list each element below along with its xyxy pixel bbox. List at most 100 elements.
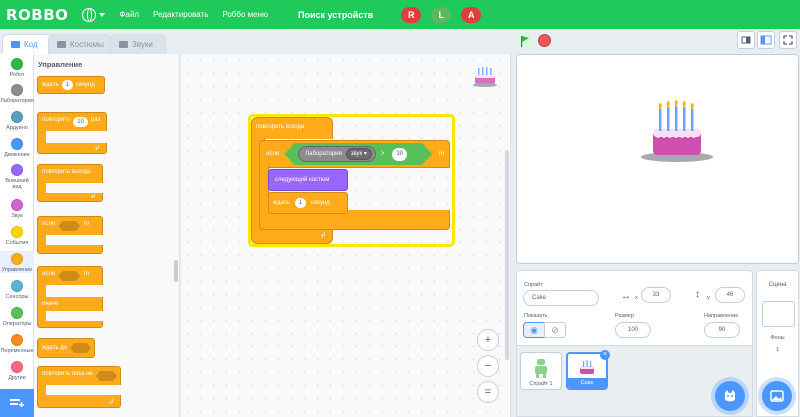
size-input[interactable]: 100 [615, 322, 651, 338]
greater-than-operator[interactable]: Лаборатория звук ▾ > 30 [284, 143, 433, 165]
category-motion[interactable]: Движение [0, 138, 34, 158]
wait-block[interactable]: ждать 1 секунд [268, 192, 348, 214]
category-control[interactable]: Управление [0, 251, 34, 273]
sprite-label: Спрайт [524, 282, 543, 288]
condition-slot[interactable] [58, 271, 81, 281]
backdrop-thumbnail[interactable] [762, 301, 795, 327]
menu-bar: ROBBO Файл Редактировать Роббо меню Поис… [0, 0, 800, 29]
speaker-icon [119, 41, 128, 48]
small-stage-button[interactable] [737, 31, 755, 49]
category-sensing[interactable]: Сенсоры [0, 280, 34, 300]
sprite-name-input[interactable]: Сake [523, 290, 599, 306]
delete-sprite-icon[interactable]: × [600, 350, 610, 360]
wait-input[interactable]: 1 [61, 80, 73, 90]
next-costume-block[interactable]: следующий костюм [268, 169, 348, 191]
repeat-until-block[interactable]: повторить пока не ↲ [37, 366, 122, 408]
block-mouth [46, 285, 104, 297]
sprite-thumb-cake[interactable]: Сake × [566, 350, 610, 390]
category-dot [11, 307, 23, 319]
stop-button[interactable] [538, 34, 551, 47]
wait-until-block[interactable]: ждать до [37, 338, 95, 358]
zoom-reset-button[interactable]: = [477, 381, 499, 403]
lab-l-button[interactable]: L [431, 6, 452, 23]
category-sound[interactable]: Звук [0, 199, 34, 219]
green-flag-button[interactable] [517, 33, 533, 49]
condition-slot[interactable] [70, 343, 91, 353]
category-more[interactable]: Другие [0, 361, 34, 381]
menu-robbo[interactable]: Роббо меню [222, 10, 268, 19]
y-axis-icon: ↕ [695, 289, 700, 300]
cake-sprite-icon [580, 360, 594, 374]
robbo-logo[interactable]: ROBBO [6, 6, 68, 24]
category-dot [11, 164, 23, 176]
size-label: Размер [615, 313, 634, 319]
show-sprite-button[interactable]: ◉ [523, 322, 545, 338]
sprite-thumb-sprite1[interactable]: Спрайт 1 [520, 352, 562, 390]
palette-title: Управление [38, 60, 83, 69]
sprite-info-panel: Спрайт Сake ↔ x 33 ↕ y 46 Показать ◉ ⊘ Р… [516, 270, 753, 346]
image-add-icon [770, 390, 784, 402]
threshold-input[interactable]: 30 [392, 147, 408, 161]
small-stage-icon [741, 36, 751, 44]
show-label: Показать [524, 313, 548, 319]
repeat-input[interactable]: 10 [73, 117, 88, 127]
green-flag-icon [521, 35, 529, 47]
stage[interactable] [516, 54, 799, 264]
block-mouth [46, 385, 122, 395]
cake-sprite[interactable] [637, 99, 717, 169]
wait-input[interactable]: 1 [294, 198, 306, 208]
category-operators[interactable]: Операторы [0, 307, 34, 327]
zoom-out-button[interactable]: − [477, 355, 499, 377]
zoom-in-button[interactable]: + [477, 329, 499, 351]
y-label: y [707, 295, 710, 301]
sensor-dropdown[interactable]: звук ▾ [345, 148, 372, 160]
category-dot [11, 199, 23, 211]
globe-icon[interactable] [82, 7, 97, 22]
forever-block[interactable]: повторить всегда ↲ [37, 164, 104, 202]
code-icon [11, 41, 20, 48]
x-input[interactable]: 33 [641, 287, 671, 303]
tab-code[interactable]: Код [2, 34, 52, 54]
chevron-down-icon[interactable] [99, 12, 106, 17]
x-label: x [635, 295, 638, 301]
category-arduino[interactable]: Ардуино [0, 111, 34, 131]
tab-costumes[interactable]: Костюмы [48, 34, 112, 54]
category-robot[interactable]: Робот [0, 58, 34, 78]
fullscreen-button[interactable] [779, 31, 797, 49]
forever-footer: ↲ [251, 228, 333, 244]
repeat-block[interactable]: повторить 10 раз ↲ [37, 112, 108, 154]
category-events[interactable]: События [0, 226, 34, 246]
category-lab[interactable]: Лаборатория [0, 84, 34, 104]
add-backdrop-button[interactable] [762, 381, 792, 411]
hide-sprite-button[interactable]: ⊘ [544, 322, 566, 338]
eye-slash-icon: ⊘ [551, 324, 559, 335]
palette-scrollbar[interactable] [174, 260, 178, 282]
workspace-scrollbar[interactable] [505, 150, 509, 360]
forever-block[interactable]: повторить всегда [251, 117, 333, 139]
menu-file[interactable]: Файл [119, 10, 139, 19]
y-input[interactable]: 46 [715, 287, 745, 303]
tab-sounds[interactable]: Звуки [110, 34, 166, 54]
if-else-block[interactable]: если то иначе [37, 266, 104, 328]
arduino-a-button[interactable]: A [461, 6, 482, 23]
condition-slot[interactable] [58, 221, 81, 231]
direction-input[interactable]: 90 [704, 322, 740, 338]
search-devices-button[interactable]: Поиск устройств [298, 10, 373, 20]
block-mouth [46, 131, 108, 143]
if-then-block[interactable]: если Лаборатория звук ▾ > 30 то [259, 140, 450, 168]
if-then-block[interactable]: если то [37, 216, 104, 254]
condition-slot[interactable] [95, 371, 117, 381]
add-extension-button[interactable] [0, 389, 34, 417]
menu-edit[interactable]: Редактировать [153, 10, 208, 19]
category-dot [11, 361, 23, 373]
large-stage-button[interactable] [757, 31, 775, 49]
operator-symbol: > [380, 151, 385, 157]
add-sprite-button[interactable] [715, 381, 745, 411]
wait-block[interactable]: ждать 1 секунд [37, 76, 105, 94]
category-looks[interactable]: Внешний вид [0, 164, 34, 190]
eye-icon: ◉ [530, 324, 538, 335]
category-variables[interactable]: Переменные [0, 334, 34, 354]
lab-sensor-reporter[interactable]: Лаборатория звук ▾ [298, 146, 376, 162]
robot-r-button[interactable]: R [401, 6, 422, 23]
loop-arrow-icon: ↲ [90, 193, 96, 200]
